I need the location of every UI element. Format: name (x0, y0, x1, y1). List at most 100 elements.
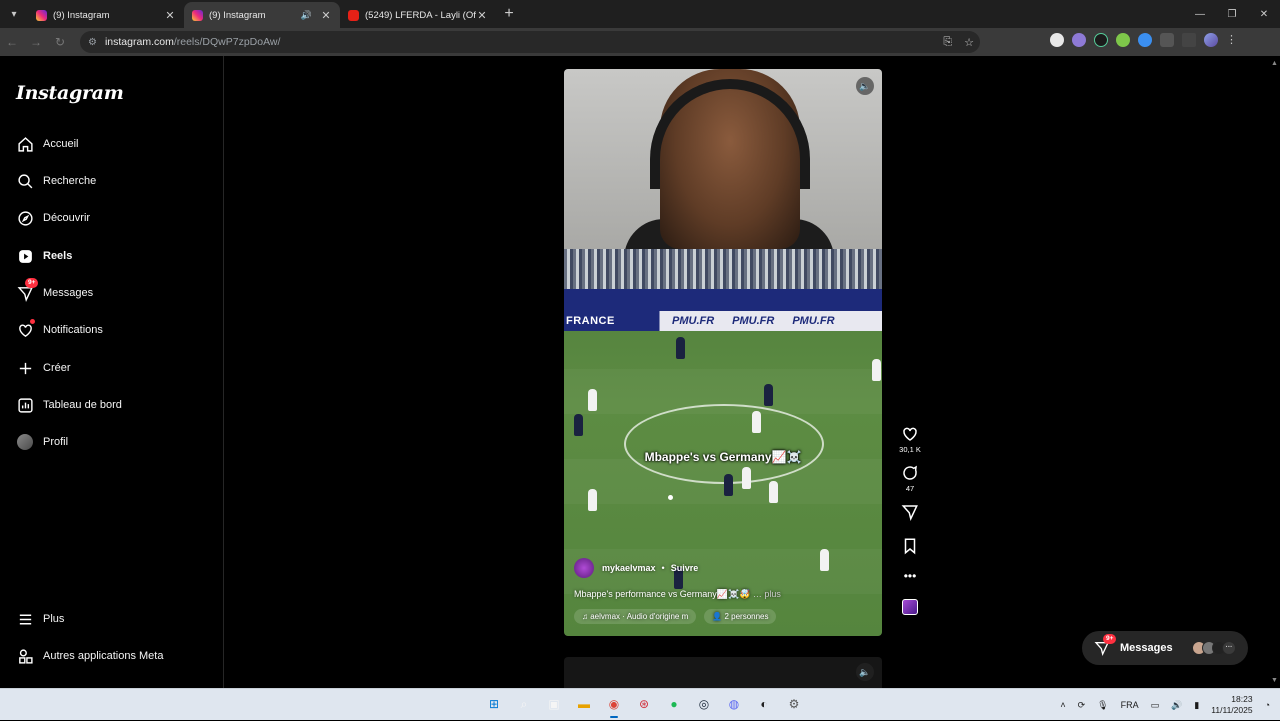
notifications-icon[interactable]: ◔ (1265, 700, 1270, 710)
sidebar-item-reels[interactable]: Reels (16, 244, 72, 268)
follow-button[interactable]: Suivre (671, 563, 699, 573)
spotify-icon[interactable]: ● (663, 693, 685, 715)
browser-tab-active[interactable]: (9) Instagram 🔊 ✕ (184, 2, 340, 28)
tagged-people-pill[interactable]: 👤 2 personnes (704, 609, 777, 624)
media-icon[interactable] (1182, 33, 1196, 47)
compass-icon (16, 209, 34, 227)
comment-action[interactable]: 47 (896, 464, 924, 493)
page-scrollbar[interactable]: ▲ ▼ (1268, 56, 1280, 688)
forward-icon[interactable]: → (24, 35, 48, 49)
sidebar-item-accueil[interactable]: Accueil (16, 132, 78, 156)
share-action[interactable] (896, 503, 924, 521)
windows-start-icon[interactable]: ⊞ (483, 693, 505, 715)
save-action[interactable] (896, 537, 924, 555)
sidebar-item-plus[interactable]: Plus (16, 607, 64, 631)
like-count: 30,1 K (899, 445, 921, 454)
sidebar-item-meta-apps[interactable]: Autres applications Meta (16, 644, 163, 668)
task-view-icon[interactable]: ▣ (543, 693, 565, 715)
minimize-icon[interactable]: — (1184, 0, 1216, 28)
dashboard-icon (16, 396, 34, 414)
steam-icon[interactable]: ◎ (693, 693, 715, 715)
next-reel-preview[interactable]: 🔈 (564, 657, 882, 688)
scroll-up-icon[interactable]: ▲ (1271, 60, 1278, 67)
reel-caption: Mbappe's performance vs Germany📈☠️🤯 … pl… (574, 589, 874, 600)
reel-username[interactable]: mykaelvmax (602, 563, 656, 573)
messages-pill-label: Messages (1120, 642, 1173, 654)
url-input[interactable]: ⚙ instagram.com/reels/DQwP7zpDoAw/ ⎘ ☆ (80, 31, 980, 53)
sidebar-item-tableau-de-bord[interactable]: Tableau de bord (16, 393, 122, 417)
like-action[interactable]: 30,1 K (896, 425, 924, 454)
bookmark-star-icon[interactable]: ☆ (964, 36, 974, 49)
windows-taskbar: ⊞ ⌕ ▣ ▬ ◉ ⊛ ● ◎ ◍ ◐ ⚙ ˄ ⟳ 🎙 FRA ▭ 🔊 ▮ 18… (0, 688, 1280, 720)
battery-icon[interactable]: ▮ (1194, 700, 1199, 711)
sidebar-item-label: Plus (43, 613, 65, 625)
tab-search-icon[interactable]: ▾ (0, 0, 28, 28)
chrome-icon[interactable]: ◉ (603, 693, 625, 718)
sidebar-item-notifications[interactable]: Notifications (16, 318, 103, 342)
extension-icon[interactable] (1050, 33, 1064, 47)
reload-icon[interactable]: ↻ (48, 35, 72, 49)
system-tray: ˄ ⟳ 🎙 FRA ▭ 🔊 ▮ 18:23 11/11/2025 ◔ (1060, 689, 1270, 721)
messages-pill-button[interactable]: 9+ Messages ··· (1082, 631, 1248, 665)
search-icon[interactable]: ⌕ (513, 693, 535, 715)
restore-icon[interactable]: ❐ (1216, 0, 1248, 28)
sidebar-item-profil[interactable]: Profil (16, 430, 68, 454)
browser-tab[interactable]: (9) Instagram ✕ (28, 2, 184, 28)
sidebar-item-recherche[interactable]: Recherche (16, 169, 96, 193)
clock[interactable]: 18:23 11/11/2025 (1211, 694, 1252, 716)
chevron-up-icon[interactable]: ˄ (1060, 700, 1065, 710)
extension-icon[interactable] (1138, 33, 1152, 47)
mute-icon[interactable]: 🔈 (856, 663, 874, 681)
heart-icon (16, 319, 35, 339)
microphone-icon[interactable]: 🎙 (1097, 700, 1108, 711)
avatar[interactable] (574, 558, 594, 578)
reel-video[interactable]: FRANCE PMU.FR PMU.FR PMU.FR 🔈 Mbappe's v… (564, 69, 882, 636)
sync-icon[interactable]: ⟳ (1078, 700, 1086, 711)
messages-badge: 9+ (1103, 634, 1117, 644)
audio-thumbnail[interactable] (896, 599, 924, 615)
app-icon[interactable]: ◐ (753, 693, 775, 715)
cast-icon[interactable]: ⎘ (943, 36, 952, 49)
caption-text: Mbappe's performance vs Germany📈☠️🤯 (574, 589, 751, 599)
profile-avatar[interactable] (1204, 33, 1218, 47)
discord-icon[interactable]: ◍ (723, 693, 745, 715)
new-tab-button[interactable]: + (496, 5, 522, 23)
settings-icon[interactable]: ⚙ (783, 693, 805, 715)
volume-icon[interactable]: 🔊 (1171, 700, 1182, 711)
sponsor-text: PMU.FR (732, 315, 775, 327)
comment-icon (903, 465, 917, 480)
comment-count: 47 (905, 484, 915, 493)
browser-tab[interactable]: (5249) LFERDA - Layli (Official A ✕ (340, 2, 496, 28)
reel-webcam-frame (564, 69, 882, 249)
extension-icon[interactable] (1072, 33, 1086, 47)
close-window-icon[interactable]: ✕ (1248, 0, 1280, 28)
tab-audio-icon[interactable]: 🔊 (301, 10, 312, 21)
scroll-down-icon[interactable]: ▼ (1271, 677, 1278, 684)
back-icon[interactable]: ← (0, 35, 24, 49)
network-icon[interactable]: ▭ (1151, 700, 1160, 711)
close-tab-icon[interactable]: ✕ (320, 9, 332, 22)
notification-dot (30, 319, 35, 324)
sidebar-item-decouvrir[interactable]: Découvrir (16, 206, 90, 230)
file-explorer-icon[interactable]: ▬ (573, 693, 595, 715)
puzzle-icon[interactable] (1160, 33, 1174, 47)
caption-more-link[interactable]: … plus (753, 589, 781, 599)
player (769, 481, 778, 503)
app-icon[interactable]: ⊛ (633, 693, 655, 715)
extension-icon[interactable] (1094, 33, 1108, 47)
language-indicator[interactable]: FRA (1121, 700, 1139, 710)
more-options-icon[interactable]: ••• (896, 569, 924, 583)
site-info-icon[interactable]: ⚙ (88, 37, 97, 48)
audio-pill[interactable]: ♫ aelvmax · Audio d'origine m (574, 609, 697, 624)
mute-icon[interactable]: 🔈 (856, 77, 874, 95)
instagram-logo[interactable]: Instagram (16, 82, 124, 104)
audio-label: aelvmax · Audio d'origine m (590, 612, 689, 621)
reel-overlay-text: Mbappe's vs Germany📈☠️ (644, 450, 802, 464)
close-tab-icon[interactable]: ✕ (476, 9, 488, 22)
more-menu-icon[interactable]: ⋮ (1226, 33, 1237, 47)
sidebar-item-messages[interactable]: 9+ Messages (16, 278, 93, 305)
close-tab-icon[interactable]: ✕ (164, 9, 176, 22)
stadium-board (564, 289, 882, 311)
extension-icon[interactable] (1116, 33, 1130, 47)
sidebar-item-creer[interactable]: Créer (16, 356, 71, 380)
